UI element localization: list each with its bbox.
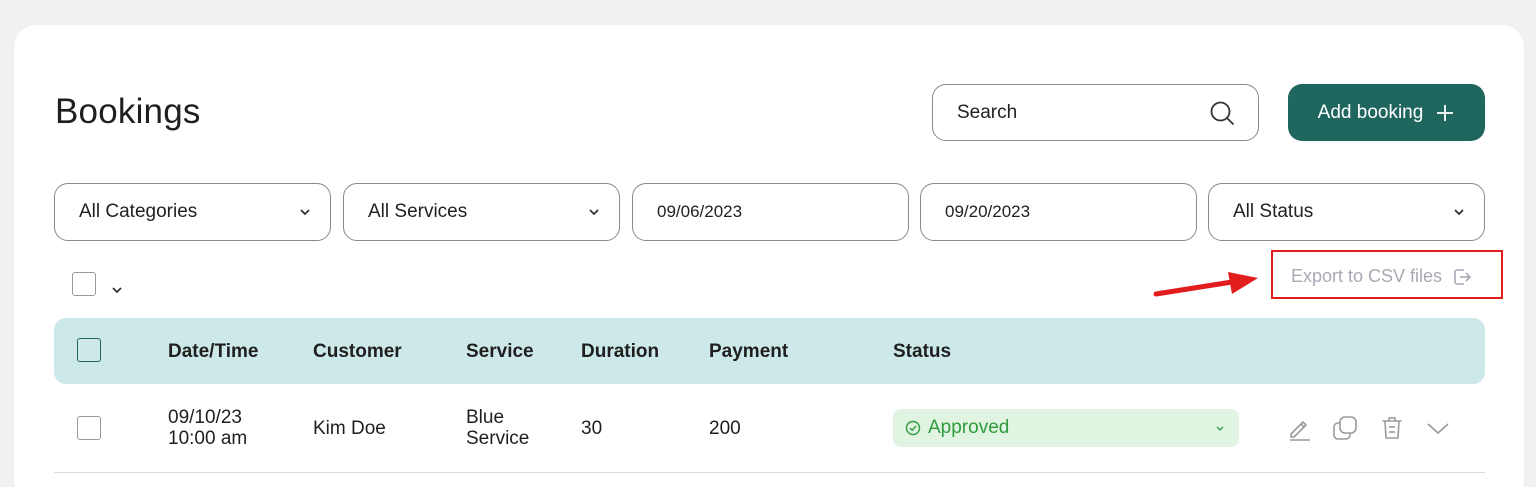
- chevron-down-icon: [1454, 209, 1464, 216]
- add-booking-label: Add booking: [1317, 101, 1424, 123]
- column-header-datetime[interactable]: Date/Time: [168, 341, 258, 363]
- trash-icon[interactable]: [1378, 414, 1406, 442]
- chevron-down-icon: [589, 209, 599, 216]
- date-from-input[interactable]: 09/06/2023: [632, 183, 909, 241]
- duplicate-icon[interactable]: [1331, 414, 1359, 442]
- booking-date: 09/10/23: [168, 407, 242, 428]
- status-label: Approved: [928, 417, 1010, 438]
- date-to-input[interactable]: 09/20/2023: [920, 183, 1197, 241]
- column-header-customer[interactable]: Customer: [313, 341, 402, 363]
- bulk-select-checkbox[interactable]: [72, 272, 96, 296]
- status-select[interactable]: All Status: [1208, 183, 1485, 241]
- export-csv-label: Export to CSV files: [1291, 266, 1443, 286]
- column-header-payment[interactable]: Payment: [709, 341, 788, 363]
- search-box[interactable]: [932, 84, 1259, 141]
- chevron-down-icon: [300, 209, 310, 216]
- select-all-checkbox[interactable]: [77, 338, 101, 362]
- plus-icon: [1437, 104, 1454, 121]
- export-icon: [1454, 268, 1472, 285]
- table-cell-customer: Kim Doe: [313, 418, 386, 439]
- search-input[interactable]: [957, 101, 1177, 124]
- column-header-status[interactable]: Status: [893, 341, 951, 363]
- service-select[interactable]: All Services: [343, 183, 620, 241]
- page-title: Bookings: [55, 92, 201, 131]
- row-divider: [54, 472, 1485, 473]
- chevron-down-icon[interactable]: [110, 283, 124, 297]
- chevron-down-icon: [1216, 426, 1224, 431]
- table-cell-duration: 30: [581, 418, 603, 439]
- add-booking-button[interactable]: Add booking: [1288, 84, 1485, 141]
- service-line-2: Service: [466, 428, 530, 449]
- category-select-value: All Categories: [79, 201, 198, 222]
- search-icon[interactable]: [1208, 99, 1236, 127]
- date-from-value: 09/06/2023: [657, 202, 743, 221]
- pencil-icon[interactable]: [1286, 414, 1314, 442]
- status-select-value: All Status: [1233, 201, 1314, 222]
- date-to-value: 09/20/2023: [945, 202, 1031, 221]
- category-select[interactable]: All Categories: [54, 183, 331, 241]
- status-badge: Approved: [905, 417, 1009, 439]
- column-header-service[interactable]: Service: [466, 341, 534, 363]
- chevron-down-icon[interactable]: [1424, 414, 1452, 442]
- service-line-1: Blue: [466, 407, 505, 428]
- table-cell-payment: 200: [709, 418, 741, 439]
- column-header-duration[interactable]: Duration: [581, 341, 659, 363]
- export-csv-link[interactable]: Export to CSV files: [1291, 266, 1472, 287]
- service-select-value: All Services: [368, 201, 468, 222]
- table-header: Date/Time Customer Service Duration Paym…: [54, 318, 1485, 384]
- annotation-arrow: [1153, 272, 1258, 297]
- row-checkbox[interactable]: [77, 416, 101, 440]
- check-circle-icon: [905, 420, 921, 436]
- table-cell-service: Blue Service: [466, 407, 529, 449]
- table-cell-datetime: 09/10/23 10:00 am: [168, 407, 247, 449]
- status-dropdown[interactable]: Approved: [893, 409, 1239, 447]
- booking-time: 10:00 am: [168, 428, 248, 449]
